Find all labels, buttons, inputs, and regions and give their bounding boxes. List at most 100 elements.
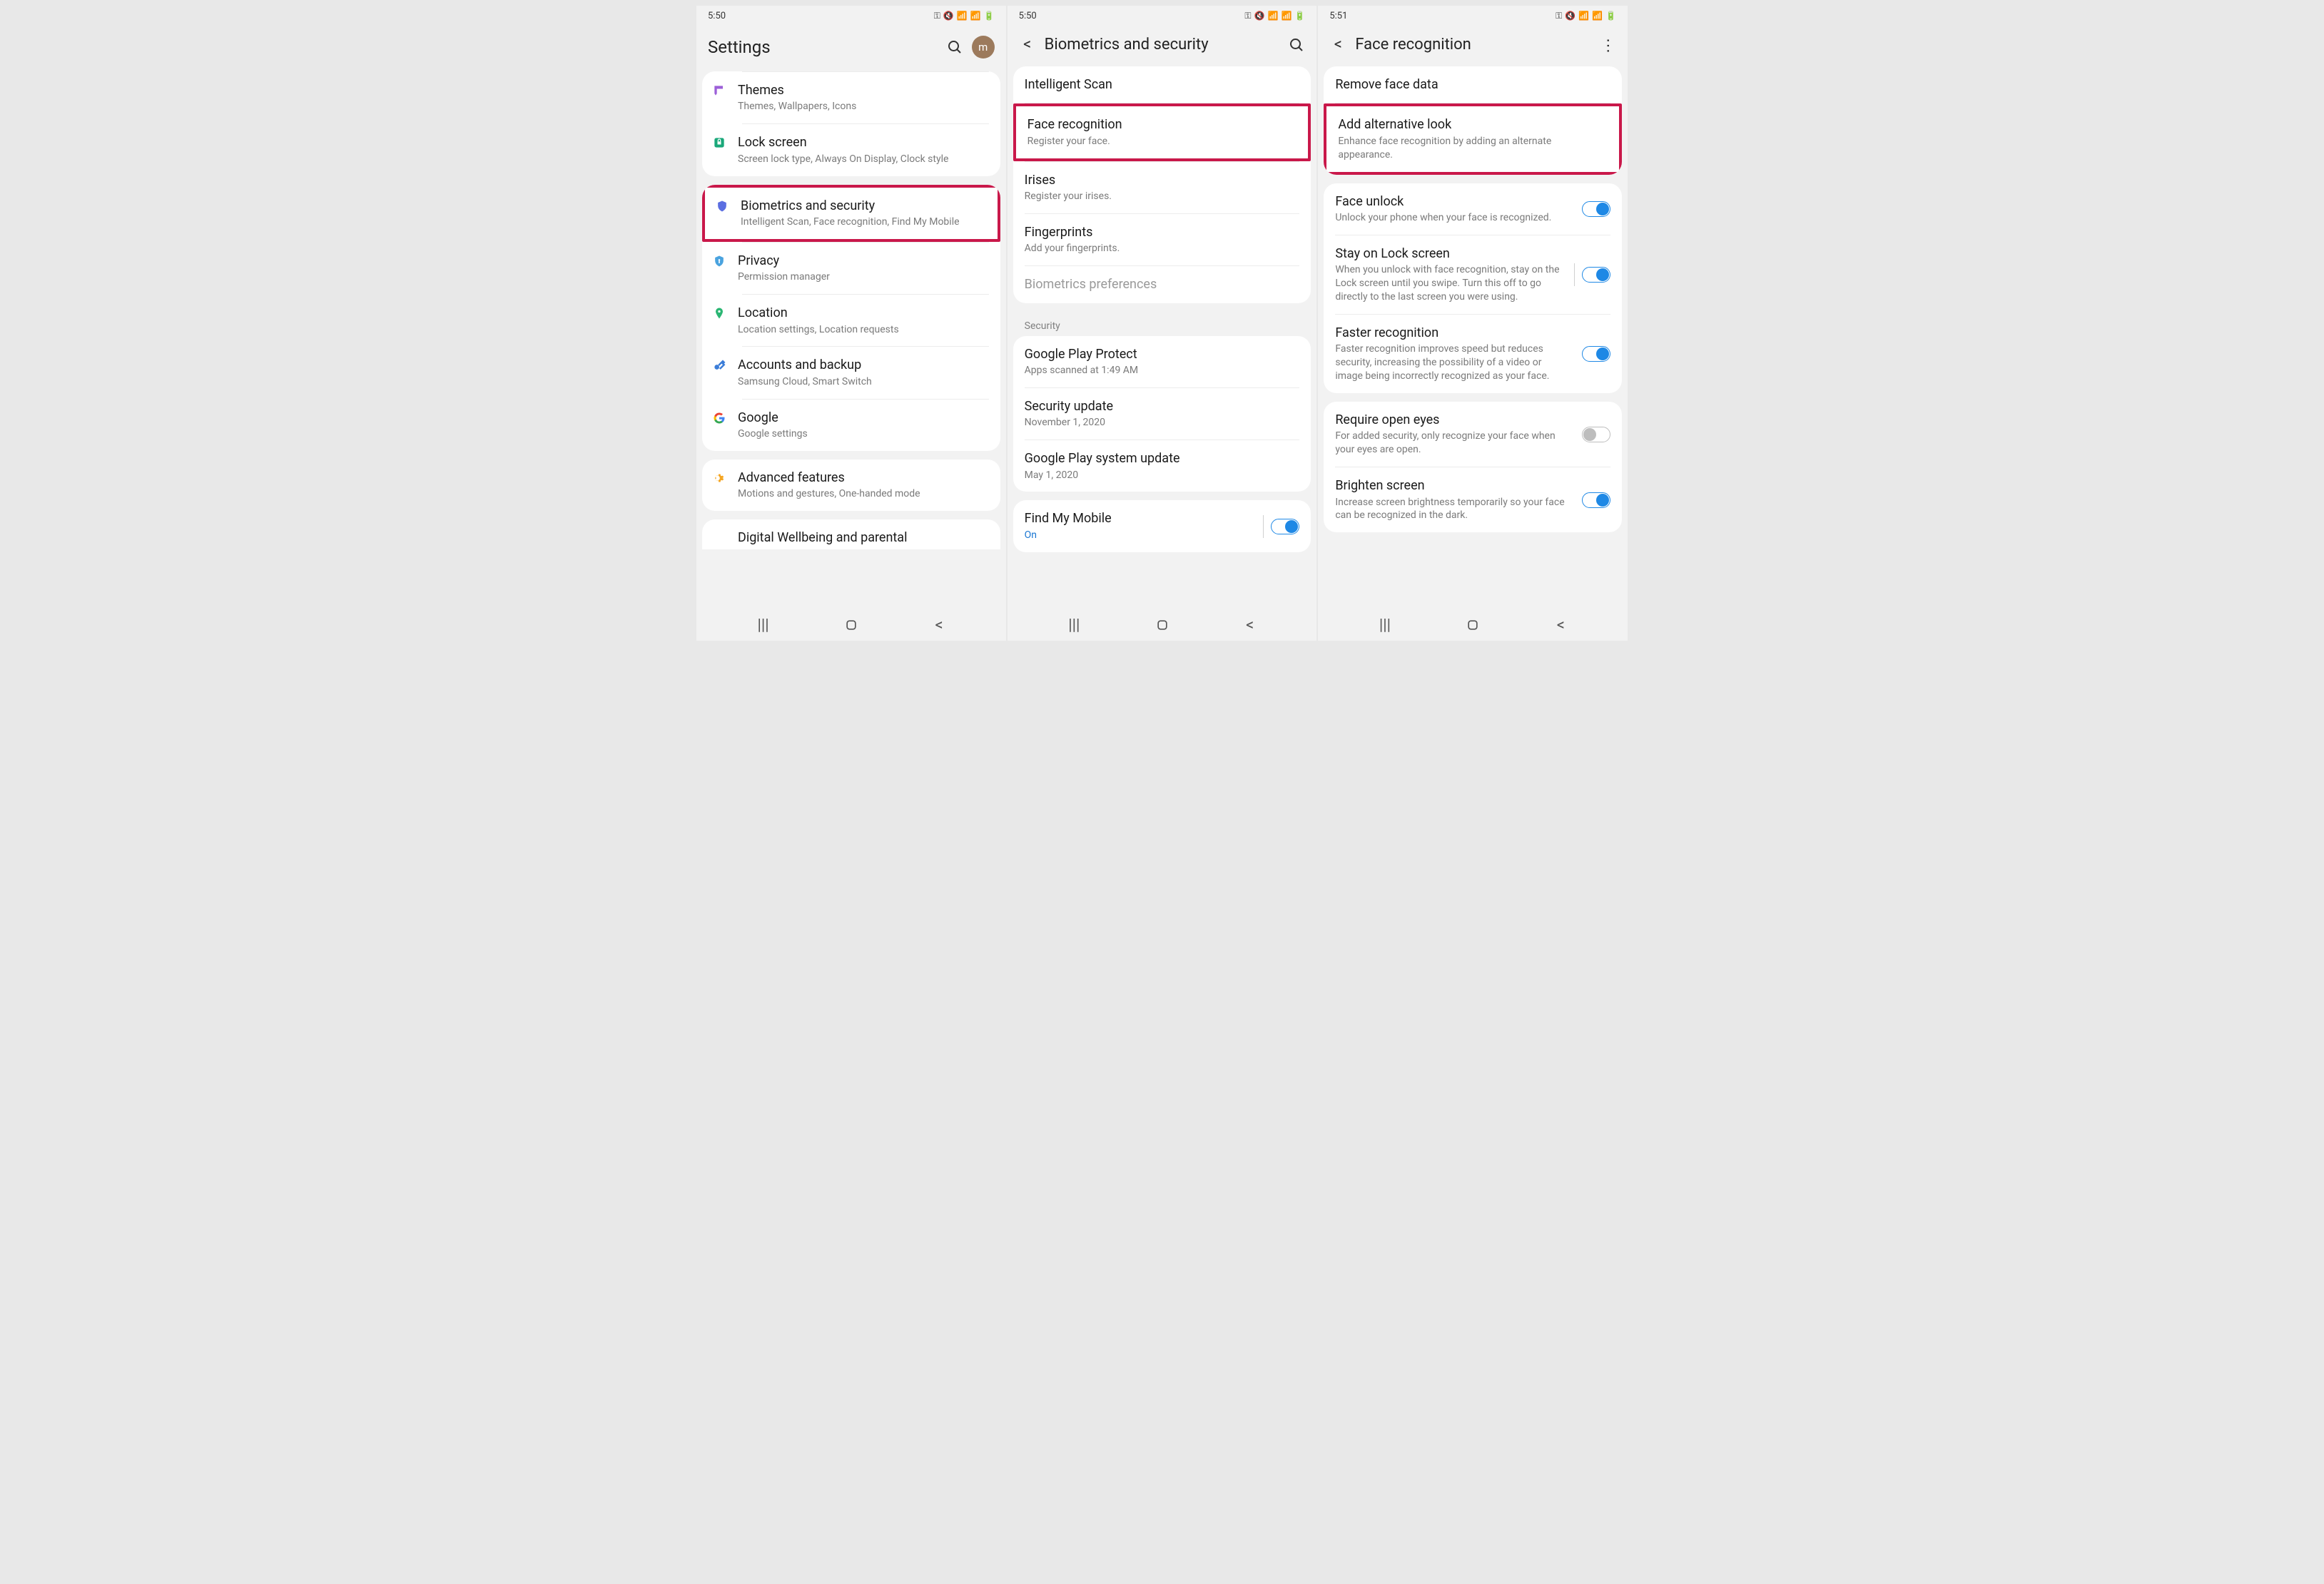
back-button[interactable]: < <box>1329 36 1346 54</box>
item-location[interactable]: Location Location settings, Location req… <box>702 295 1000 346</box>
item-title: Google <box>738 410 989 426</box>
item-digital-wellbeing[interactable]: Digital Wellbeing and parental <box>702 519 1000 549</box>
item-sub: On <box>1025 529 1252 542</box>
item-sub: Location settings, Location requests <box>738 323 989 337</box>
item-find-my-mobile[interactable]: Find My Mobile On <box>1013 500 1264 552</box>
item-title: Add alternative look <box>1338 116 1608 133</box>
page-title: Face recognition <box>1355 36 1590 54</box>
card-biometrics: Intelligent Scan Face recognition Regist… <box>1013 66 1311 303</box>
toggle-faster-recognition[interactable] <box>1582 346 1610 362</box>
item-title: Google Play Protect <box>1025 346 1300 362</box>
toggle-require-open-eyes[interactable] <box>1582 427 1610 442</box>
toggle-divider <box>1263 515 1264 538</box>
item-stay-on-lock-screen[interactable]: Stay on Lock screen When you unlock with… <box>1324 235 1574 314</box>
item-play-system-update[interactable]: Google Play system update May 1, 2020 <box>1013 440 1311 492</box>
nav-recents[interactable]: ||| <box>1065 616 1082 634</box>
nav-home[interactable] <box>1464 618 1481 632</box>
signal-icon: 📶 <box>1281 11 1292 21</box>
item-faster-recognition[interactable]: Faster recognition Faster recognition im… <box>1324 315 1582 393</box>
page-title: Biometrics and security <box>1045 36 1280 54</box>
item-fingerprints[interactable]: Fingerprints Add your fingerprints. <box>1013 214 1311 265</box>
item-biometrics-preferences[interactable]: Biometrics preferences <box>1013 266 1311 303</box>
toggle-brighten-screen[interactable] <box>1582 492 1610 508</box>
item-title: Lock screen <box>738 134 989 151</box>
item-lock-screen[interactable]: Lock screen Screen lock type, Always On … <box>702 124 1000 176</box>
battery-icon: 🔋 <box>984 11 995 21</box>
item-google[interactable]: Google Google settings <box>702 400 1000 451</box>
status-icons: ⚿ 🔇 📶 📶 🔋 <box>934 11 995 21</box>
status-bar: 5:50 ⚿ 🔇 📶 📶 🔋 <box>696 6 1006 26</box>
status-time: 5:50 <box>1019 11 1037 21</box>
item-title: Fingerprints <box>1025 224 1300 240</box>
item-privacy[interactable]: Privacy Permission manager <box>702 243 1000 294</box>
item-remove-face-data[interactable]: Remove face data <box>1324 66 1622 103</box>
page-title: Settings <box>708 37 938 57</box>
signal-icon: 📶 <box>1592 11 1603 21</box>
vpn-icon: ⚿ <box>934 11 940 21</box>
item-sub: Intelligent Scan, Face recognition, Find… <box>741 215 986 229</box>
screen-biometrics: 5:50 ⚿ 🔇 📶 📶 🔋 < Biometrics and security… <box>1008 6 1317 641</box>
item-sub: For added security, only recognize your … <box>1335 430 1571 457</box>
item-add-alternative-look[interactable]: Add alternative look Enhance face recogn… <box>1324 103 1622 174</box>
item-title: Brighten screen <box>1335 477 1571 494</box>
search-icon[interactable] <box>1288 36 1305 54</box>
settings-list: Themes Themes, Wallpapers, Icons Lock sc… <box>696 71 1006 609</box>
item-irises[interactable]: Irises Register your irises. <box>1013 162 1311 213</box>
card-personalization: Themes Themes, Wallpapers, Icons Lock sc… <box>702 71 1000 176</box>
item-themes[interactable]: Themes Themes, Wallpapers, Icons <box>702 72 1000 123</box>
item-sub: Add your fingerprints. <box>1025 242 1300 255</box>
nav-back[interactable]: < <box>930 616 948 634</box>
status-time: 5:50 <box>708 11 726 21</box>
back-button[interactable]: < <box>1019 36 1036 54</box>
nav-home[interactable] <box>1154 618 1171 632</box>
item-sub: Motions and gestures, One-handed mode <box>738 487 989 501</box>
nav-back[interactable]: < <box>1242 616 1259 634</box>
item-title: Faster recognition <box>1335 325 1571 341</box>
vpn-icon: ⚿ <box>1244 11 1251 21</box>
item-biometrics-security[interactable]: Biometrics and security Intelligent Scan… <box>702 185 1000 242</box>
item-brighten-screen[interactable]: Brighten screen Increase screen brightne… <box>1324 467 1582 532</box>
item-sub: Faster recognition improves speed but re… <box>1335 342 1571 383</box>
toggle-stay-on-lock[interactable] <box>1582 267 1610 283</box>
avatar[interactable]: m <box>972 36 995 59</box>
item-title: Irises <box>1025 172 1300 188</box>
item-title: Stay on Lock screen <box>1335 245 1563 262</box>
nav-back[interactable]: < <box>1552 616 1569 634</box>
item-title: Privacy <box>738 253 989 269</box>
item-play-protect[interactable]: Google Play Protect Apps scanned at 1:49… <box>1013 336 1311 387</box>
item-sub: Screen lock type, Always On Display, Clo… <box>738 153 989 166</box>
item-sub: Apps scanned at 1:49 AM <box>1025 364 1300 377</box>
item-sub: Register your irises. <box>1025 190 1300 203</box>
search-icon[interactable] <box>946 39 963 56</box>
item-title: Google Play system update <box>1025 450 1300 467</box>
section-label-security: Security <box>1013 312 1311 336</box>
item-face-unlock[interactable]: Face unlock Unlock your phone when your … <box>1324 183 1582 235</box>
item-sub: When you unlock with face recognition, s… <box>1335 263 1563 304</box>
nav-recents[interactable]: ||| <box>1376 616 1394 634</box>
item-title: Face recognition <box>1027 116 1297 133</box>
more-icon[interactable]: ⋯ <box>1599 36 1616 54</box>
item-intelligent-scan[interactable]: Intelligent Scan <box>1013 66 1311 103</box>
toggle-face-unlock[interactable] <box>1582 201 1610 217</box>
item-require-open-eyes[interactable]: Require open eyes For added security, on… <box>1324 402 1582 467</box>
item-title: Themes <box>738 82 989 98</box>
item-accounts-backup[interactable]: Accounts and backup Samsung Cloud, Smart… <box>702 347 1000 398</box>
item-sub: Permission manager <box>738 270 989 284</box>
item-sub: May 1, 2020 <box>1025 469 1300 482</box>
card-findmy: Find My Mobile On <box>1013 500 1311 552</box>
mute-icon: 🔇 <box>943 11 954 21</box>
item-face-recognition[interactable]: Face recognition Register your face. <box>1013 103 1311 161</box>
item-title: Remove face data <box>1335 76 1610 93</box>
item-security-update[interactable]: Security update November 1, 2020 <box>1013 388 1311 440</box>
card-advanced: Advanced features Motions and gestures, … <box>702 460 1000 511</box>
item-title: Biometrics and security <box>741 198 986 214</box>
screen-face-recognition: 5:51 ⚿ 🔇 📶 📶 🔋 < Face recognition ⋯ Remo… <box>1318 6 1628 641</box>
item-advanced-features[interactable]: Advanced features Motions and gestures, … <box>702 460 1000 511</box>
card-face-top: Remove face data Add alternative look En… <box>1324 66 1622 175</box>
toggle-find-my-mobile[interactable] <box>1271 519 1299 534</box>
item-sub: Enhance face recognition by adding an al… <box>1338 135 1608 162</box>
face-list: Remove face data Add alternative look En… <box>1318 66 1628 609</box>
nav-bar: ||| < <box>1008 609 1317 641</box>
nav-recents[interactable]: ||| <box>755 616 772 634</box>
nav-home[interactable] <box>843 618 860 632</box>
